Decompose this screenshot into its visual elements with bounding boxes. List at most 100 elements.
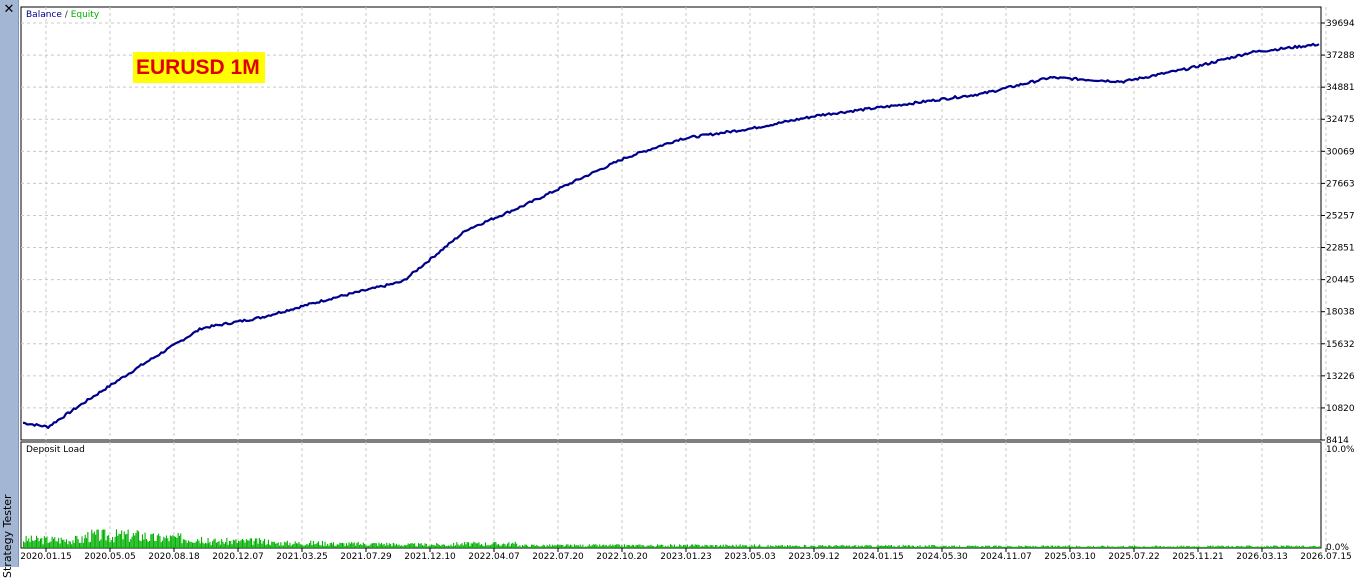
deposit-load-bar (238, 540, 240, 548)
deposit-load-bar (1150, 546, 1152, 548)
deposit-load-bar (701, 545, 703, 548)
deposit-load-bar (621, 545, 623, 548)
deposit-load-bar (1057, 545, 1059, 548)
legend-equity: Equity (70, 10, 100, 20)
deposit-load-bar (84, 534, 86, 548)
deposit-load-bar (705, 545, 707, 548)
deposit-load-bar (46, 536, 48, 548)
deposit-load-bar (260, 539, 262, 548)
deposit-load-bar (1261, 546, 1263, 548)
deposit-load-bar (939, 546, 941, 548)
deposit-load-bar (1144, 546, 1146, 548)
deposit-load-bar (292, 544, 294, 548)
deposit-load-bar (693, 545, 695, 548)
deposit-load-bar (729, 545, 731, 548)
deposit-load-bar (834, 545, 836, 548)
deposit-load-bar (755, 546, 757, 548)
deposit-load-bar (223, 543, 225, 548)
deposit-load-bar (487, 544, 489, 548)
deposit-load-bar (516, 546, 518, 548)
deposit-load-bar (744, 545, 746, 548)
deposit-load-bar (405, 545, 407, 548)
deposit-load-bar (1212, 545, 1214, 548)
deposit-load-bar (553, 545, 555, 548)
deposit-load-bar (876, 546, 878, 548)
deposit-load-bar (284, 541, 286, 548)
deposit-load-bar (1242, 546, 1244, 548)
deposit-load-bar (1079, 546, 1081, 548)
deposit-load-bar (827, 545, 829, 548)
deposit-load-bar (679, 544, 681, 548)
deposit-load-bar (371, 543, 373, 548)
deposit-load-bar (1257, 546, 1259, 548)
deposit-load-bar (1058, 545, 1060, 548)
deposit-load-bar (1200, 547, 1202, 548)
symbol-banner: EURUSD 1M (133, 52, 265, 83)
deposit-load-bar (360, 543, 362, 548)
deposit-load-bar (790, 546, 792, 548)
deposit-load-bar (919, 545, 921, 548)
deposit-load-bar (1305, 547, 1307, 548)
deposit-load-bar (1162, 546, 1164, 548)
deposit-load-bar (1140, 547, 1142, 548)
deposit-load-bar (896, 547, 898, 548)
deposit-load-bar (1095, 546, 1097, 548)
deposit-load-bar (398, 544, 400, 548)
deposit-load-bar (462, 545, 464, 548)
deposit-load-bar (1042, 545, 1044, 548)
deposit-load-bar (76, 536, 78, 548)
deposit-load-bar (73, 542, 75, 548)
deposit-load-bar (1245, 546, 1247, 548)
deposit-load-bar (1014, 546, 1016, 548)
deposit-load-bar (717, 546, 719, 548)
deposit-load-bar (617, 544, 619, 548)
deposit-load-bar (609, 544, 611, 548)
deposit-load-bar (1094, 547, 1096, 548)
deposit-load-bar (1270, 546, 1272, 548)
deposit-load-bar (56, 541, 58, 548)
deposit-load-bar (559, 544, 561, 548)
deposit-load-bar (1315, 546, 1317, 548)
deposit-load-bar (364, 543, 366, 548)
deposit-load-bar (668, 546, 670, 548)
deposit-load-bar (1258, 546, 1260, 548)
deposit-load-bar (1015, 546, 1017, 548)
deposit-load-bar (1222, 546, 1224, 548)
deposit-load-bar (1116, 547, 1118, 548)
deposit-load-bar (440, 545, 442, 548)
deposit-load-bar (704, 544, 706, 548)
deposit-load-bar (738, 545, 740, 548)
deposit-load-bar (1234, 547, 1236, 548)
deposit-load-bar (239, 541, 241, 548)
deposit-load-bar (1078, 546, 1080, 548)
deposit-load-bar (521, 545, 523, 548)
deposit-load-bar (204, 542, 206, 548)
deposit-load-bar (52, 538, 54, 548)
y-tick-label: 18038 (1326, 308, 1355, 318)
deposit-load-bar (318, 541, 320, 548)
deposit-load-bar (348, 542, 350, 548)
deposit-load-bar (999, 545, 1001, 548)
deposit-load-bar (951, 545, 953, 548)
deposit-load-bar (497, 544, 499, 548)
deposit-load-bar (412, 543, 414, 548)
deposit-load-bar (368, 545, 370, 548)
deposit-load-bar (483, 546, 485, 548)
deposit-load-bar (38, 541, 40, 548)
chart-canvas: 39694 37288 34881 32475 30069 27663 25257 22851… (20, 6, 1355, 562)
deposit-load-bar (408, 544, 410, 548)
deposit-load-bar (1291, 545, 1293, 548)
deposit-load-bar (1279, 547, 1281, 548)
deposit-load-bar (1225, 546, 1227, 548)
deposit-load-bar (194, 542, 196, 548)
deposit-load-bar (703, 546, 705, 548)
deposit-load-bar (1202, 547, 1204, 548)
deposit-load-bar (533, 544, 535, 548)
deposit-load-bar (623, 544, 625, 548)
deposit-load-bar (1083, 547, 1085, 548)
deposit-load-bar (946, 547, 948, 548)
deposit-load-bar (931, 544, 933, 548)
deposit-load-bar (113, 542, 115, 548)
deposit-load-bar (1157, 546, 1159, 548)
deposit-load-bar (486, 545, 488, 548)
